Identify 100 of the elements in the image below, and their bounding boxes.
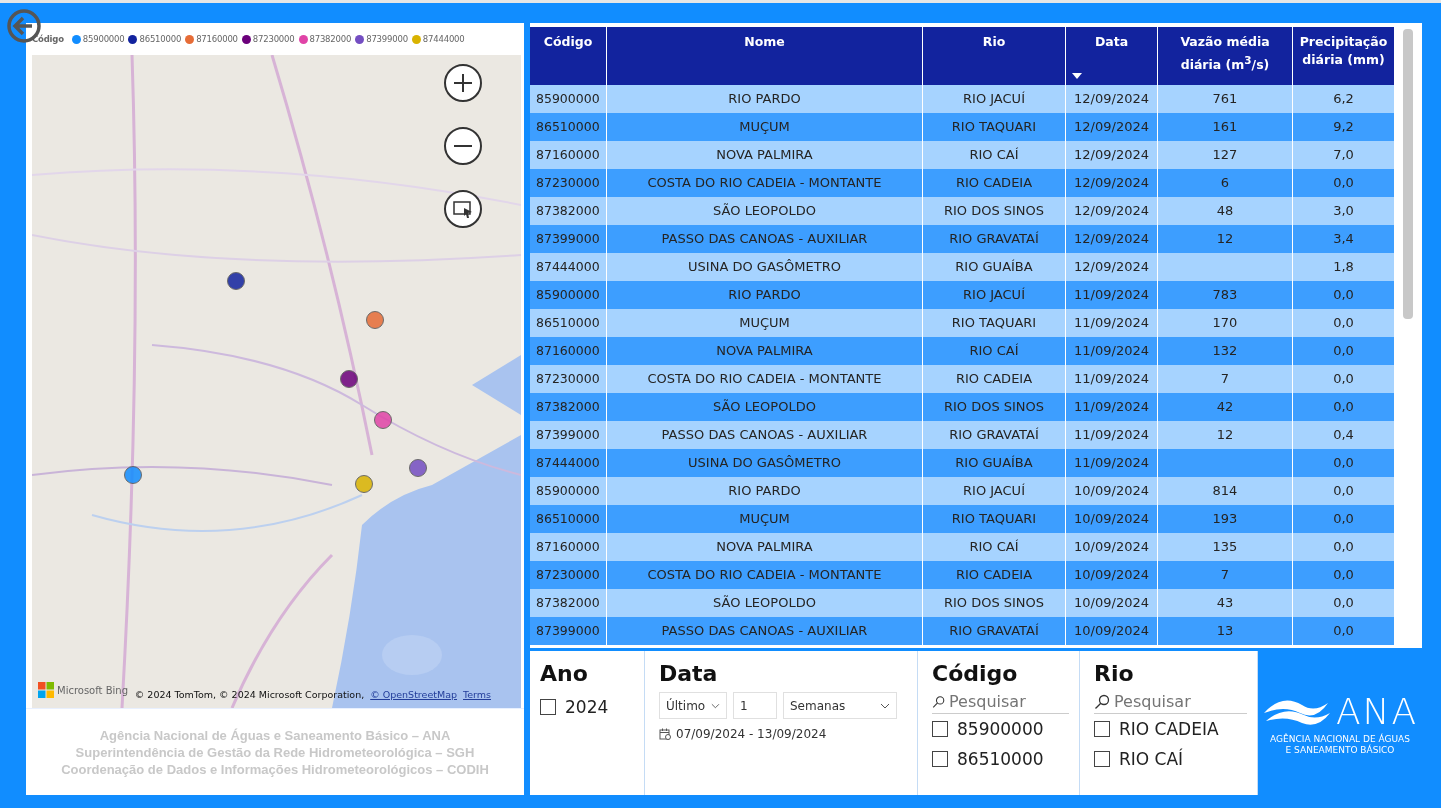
table-cell: 3,4 [1293,225,1395,253]
checkbox[interactable] [1094,721,1110,737]
table-cell: 87399000 [530,421,607,449]
table-cell: USINA DO GASÔMETRO [607,253,923,281]
table-cell: 3,0 [1293,197,1395,225]
selection-cursor-icon [452,198,474,220]
terms-link[interactable]: Terms [463,689,491,700]
table-cell: COSTA DO RIO CADEIA - MONTANTE [607,561,923,589]
table-cell: 12 [1158,421,1293,449]
table-cell: 12/09/2024 [1066,169,1158,197]
unit-dropdown[interactable]: Semanas [783,692,897,719]
checkbox-item[interactable]: RIO CAÍ [1094,744,1247,774]
table-cell: 6 [1158,169,1293,197]
legend-label: 87399000 [366,34,408,44]
map-brand: Microsoft Bing [57,684,128,696]
column-header[interactable]: Rio [923,27,1066,85]
table-cell: RIO TAQUARI [923,113,1066,141]
table-cell: RIO GUAÍBA [923,253,1066,281]
table-cell: 12/09/2024 [1066,197,1158,225]
legend-label: 87230000 [252,34,295,44]
table-cell: 85900000 [530,85,607,113]
table-cell: 48 [1158,197,1293,225]
table-cell: 132 [1158,337,1293,365]
legend-label: 85900000 [82,34,125,44]
table-cell: 1,8 [1293,253,1395,281]
table-cell: MUÇUM [607,505,923,533]
table-cell: 87230000 [530,365,607,393]
table-cell: RIO CADEIA [923,561,1066,589]
plus-icon [454,74,472,92]
slicer-title: Ano [540,661,589,686]
table-cell: 12/09/2024 [1066,253,1158,281]
table-cell: 87382000 [530,197,607,225]
chevron-down-icon [880,702,890,709]
slicer-title: Data [659,661,719,686]
mode-dropdown[interactable]: Último [659,692,727,719]
legend-label: 87160000 [196,34,238,44]
table-cell: 87382000 [530,393,607,421]
count-field[interactable]: 1 [733,692,777,719]
table-cell: RIO CADEIA [923,169,1066,197]
table-cell: 87444000 [530,253,607,281]
table-cell: 127 [1158,141,1293,169]
table-cell: 10/09/2024 [1066,505,1158,533]
table-cell: 87160000 [530,337,607,365]
legend-label: 87444000 [422,34,465,44]
table-cell: 814 [1158,477,1293,505]
table-cell: NOVA PALMIRA [607,533,923,561]
table-cell: PASSO DAS CANOAS - AUXILIAR [607,225,923,253]
column-header[interactable]: Vazão média diária (m$^{3}$/s) [1158,27,1293,85]
checkbox-item[interactable]: 86510000 [932,744,1069,774]
checkbox-item[interactable]: 85900000 [932,714,1069,744]
checkbox[interactable] [1094,751,1110,767]
table-cell: 87230000 [530,169,607,197]
calendar-icon [659,728,671,740]
legend-label: 86510000 [139,34,182,44]
date-range: 07/09/2024 - 13/09/2024 [676,727,827,741]
table-cell: SÃO LEOPOLDO [607,197,923,225]
map-attribution: © 2024 TomTom, © 2024 Microsoft Corporation, [134,689,365,700]
microsoft-logo-icon [38,682,54,698]
column-header[interactable]: Data [1066,27,1158,85]
table-cell: PASSO DAS CANOAS - AUXILIAR [607,617,923,645]
table-cell: 11/09/2024 [1066,393,1158,421]
column-header[interactable]: Precipitação diária (mm) [1293,27,1395,85]
table-cell: 86510000 [530,505,607,533]
column-header[interactable]: Nome [607,27,923,85]
table-cell: RIO GRAVATAÍ [923,225,1066,253]
table-cell: 85900000 [530,281,607,309]
table-cell: 11/09/2024 [1066,281,1158,309]
table-cell: RIO DOS SINOS [923,589,1066,617]
table-cell: 85900000 [530,477,607,505]
table-cell: 0,0 [1293,365,1395,393]
table-cell: MUÇUM [607,309,923,337]
table-cell: RIO CAÍ [923,337,1066,365]
logo-name: ANA [1335,690,1419,732]
table-cell: 12/09/2024 [1066,113,1158,141]
checkbox[interactable] [932,751,948,767]
table-cell: 6,2 [1293,85,1395,113]
table-cell: 0,0 [1293,617,1395,645]
table-cell: MUÇUM [607,113,923,141]
checkbox[interactable] [932,721,948,737]
checkbox[interactable] [540,699,556,715]
table-cell: RIO DOS SINOS [923,197,1066,225]
table-cell: 10/09/2024 [1066,477,1158,505]
checkbox-item[interactable]: 2024 [540,692,634,722]
table-cell: 0,0 [1293,337,1395,365]
table-cell: 0,0 [1293,309,1395,337]
minus-icon [454,145,472,147]
table-cell: 12/09/2024 [1066,225,1158,253]
table-cell: COSTA DO RIO CADEIA - MONTANTE [607,169,923,197]
table-cell: RIO CADEIA [923,365,1066,393]
table-cell: 170 [1158,309,1293,337]
column-header[interactable]: Código [530,27,607,85]
table-cell: RIO CAÍ [923,141,1066,169]
table-cell: 12/09/2024 [1066,141,1158,169]
table-cell: 0,0 [1293,281,1395,309]
checkbox-item[interactable]: RIO CADEIA [1094,714,1247,744]
search-icon [1094,693,1110,710]
scrollbar[interactable] [1403,29,1413,319]
search-icon [932,693,945,710]
table-cell: RIO GRAVATAÍ [923,617,1066,645]
openstreetmap-link[interactable]: © OpenStreetMap [370,689,457,700]
